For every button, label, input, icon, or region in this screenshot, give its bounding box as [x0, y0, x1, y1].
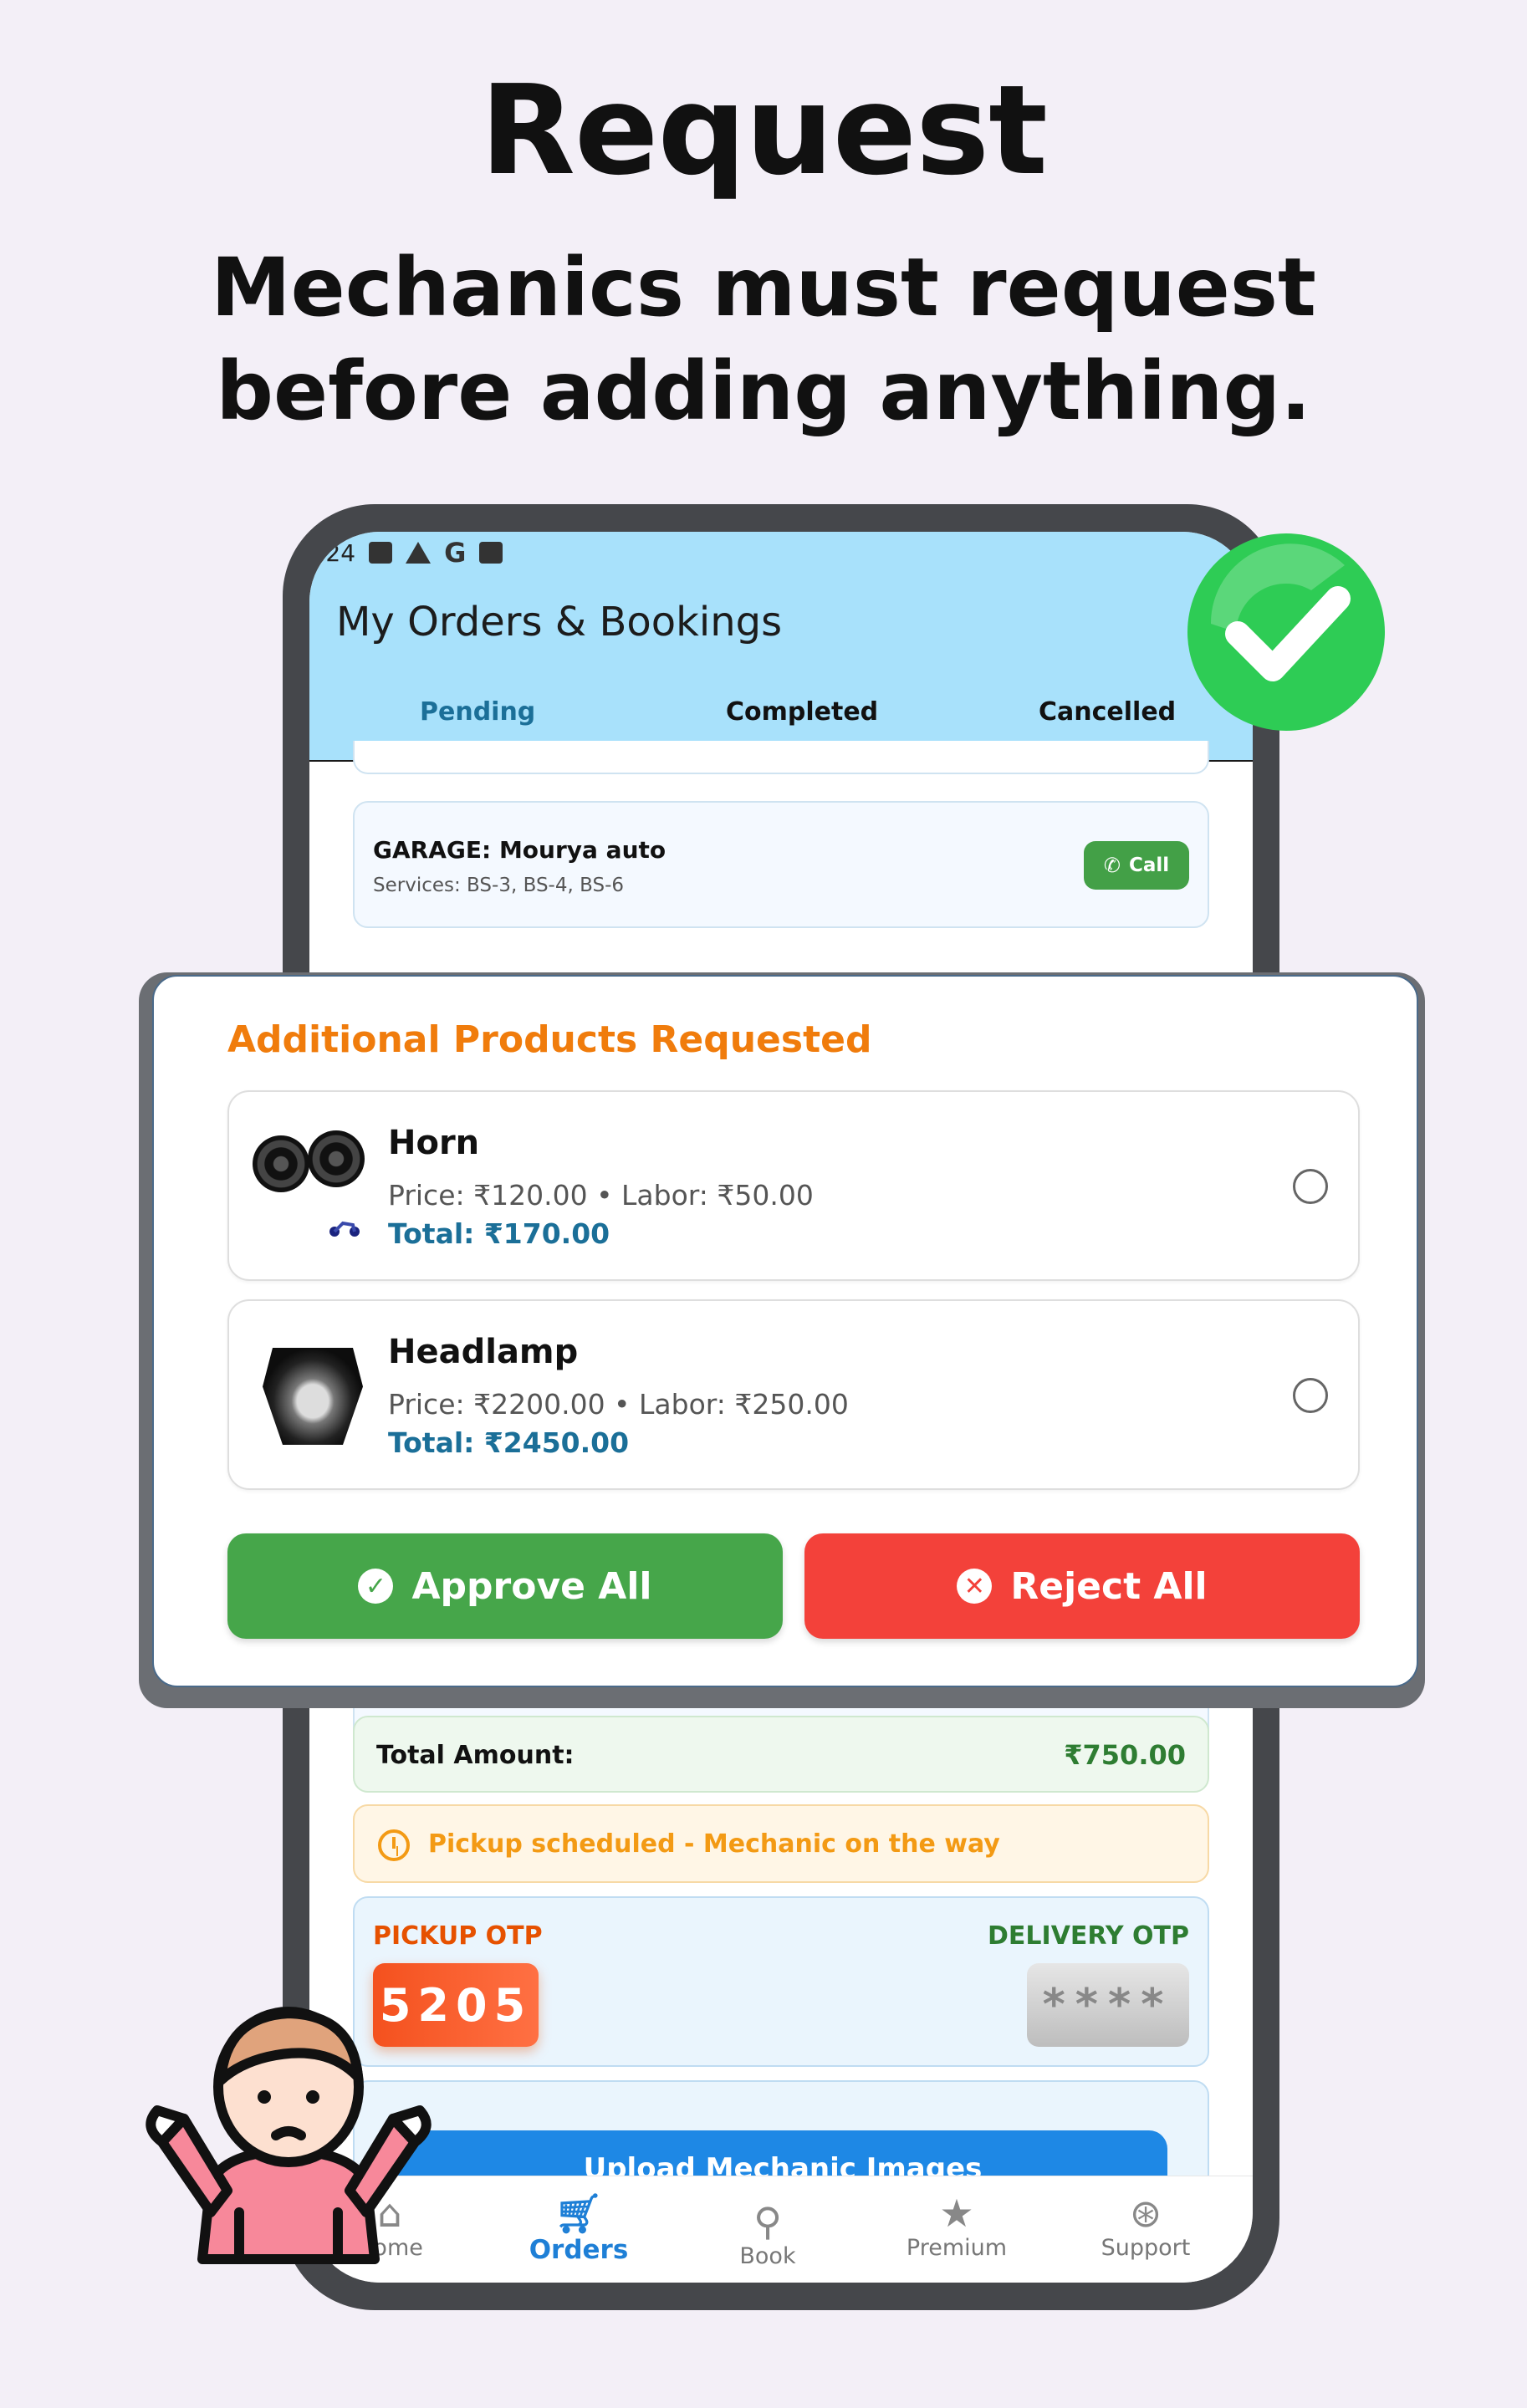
otp-card: PICKUP OTP DELIVERY OTP 5205 **** [353, 1896, 1209, 2067]
warning-icon [406, 542, 432, 564]
additional-products-dialog: Additional Products Requested Horn Price… [152, 975, 1418, 1687]
product-name: Headlamp [388, 1333, 579, 1371]
horn-right-part [308, 1130, 365, 1187]
subheadline: Mechanics must request before adding any… [0, 236, 1527, 443]
nav-book[interactable]: ⚲ Book [692, 2200, 843, 2269]
product-price: Price: ₹2200.00 • Labor: ₹250.00 [388, 1388, 849, 1421]
confused-person-illustration [146, 2007, 432, 2264]
select-radio-headlamp[interactable] [1293, 1378, 1328, 1413]
total-value: ₹750.00 [1064, 1739, 1186, 1771]
bike-icon: ⚲ [753, 2199, 782, 2244]
nav-support-label: Support [1101, 2235, 1191, 2261]
approve-all-button[interactable]: ✓ Approve All [227, 1533, 783, 1639]
total-label: Total Amount: [376, 1741, 575, 1770]
product-item-horn[interactable]: Horn Price: ₹120.00 • Labor: ₹50.00 Tota… [227, 1090, 1360, 1281]
delivery-otp-code: **** [1027, 1963, 1189, 2047]
nav-premium[interactable]: ★ Premium [881, 2191, 1032, 2261]
garage-title: GARAGE: Mourya auto [373, 836, 666, 864]
nav-support[interactable]: ⊛ Support [1070, 2191, 1221, 2261]
app-bar: :24 G My Orders & Bookings Pending Compl… [309, 532, 1253, 762]
image-icon [369, 542, 393, 564]
check-badge-icon [1187, 533, 1385, 731]
clock-icon [378, 1829, 410, 1861]
product-name: Horn [388, 1124, 480, 1162]
bottom-nav: ⌂ Home 🛒︎ Orders ⚲ Book ★ Premium ⊛ Supp… [309, 2176, 1253, 2283]
approve-all-label: Approve All [411, 1564, 652, 1608]
total-amount-card: Total Amount: ₹750.00 [353, 1716, 1209, 1793]
horn-left-part [253, 1135, 309, 1192]
dialog-title: Additional Products Requested [227, 1018, 872, 1061]
status-time: :24 [318, 538, 356, 567]
star-icon: ★ [939, 2191, 974, 2236]
tab-completed[interactable]: Completed [726, 697, 878, 727]
reject-all-button[interactable]: ✕ Reject All [804, 1533, 1360, 1639]
support-icon: ⊛ [1129, 2191, 1162, 2236]
page-title: My Orders & Bookings [336, 599, 783, 645]
call-button[interactable]: ✆ Call [1084, 841, 1189, 890]
garage-services: Services: BS-3, BS-4, BS-6 [373, 875, 625, 896]
bike-mini-icon [329, 1221, 360, 1237]
delivery-otp-label: DELIVERY OTP [988, 1921, 1189, 1951]
horn-image [253, 1130, 370, 1239]
google-icon: G [444, 537, 467, 569]
reject-all-label: Reject All [1010, 1564, 1208, 1608]
subheadline-line-1: Mechanics must request [211, 241, 1316, 334]
product-total: Total: ₹170.00 [388, 1217, 610, 1250]
tab-cancelled[interactable]: Cancelled [1039, 697, 1176, 727]
sd-card-icon [479, 542, 503, 564]
pickup-status-card: Pickup scheduled - Mechanic on the way [353, 1804, 1209, 1883]
cart-icon: 🛒︎ [554, 2191, 604, 2236]
garage-card: GARAGE: Mourya auto Services: BS-3, BS-4… [353, 801, 1209, 928]
phone-icon: ✆ [1103, 854, 1121, 877]
headlamp-image [263, 1348, 363, 1445]
previous-card [353, 741, 1209, 774]
nav-orders-label: Orders [529, 2235, 629, 2265]
product-total: Total: ₹2450.00 [388, 1426, 630, 1459]
pickup-otp-label: PICKUP OTP [373, 1921, 543, 1951]
headline: Request [480, 59, 1048, 202]
nav-premium-label: Premium [906, 2235, 1008, 2261]
tab-pending[interactable]: Pending [420, 697, 535, 727]
product-price: Price: ₹120.00 • Labor: ₹50.00 [388, 1179, 814, 1212]
pickup-status-text: Pickup scheduled - Mechanic on the way [428, 1829, 1000, 1859]
status-bar: :24 G [318, 537, 503, 569]
check-circle-icon: ✓ [358, 1569, 394, 1604]
product-item-headlamp[interactable]: Headlamp Price: ₹2200.00 • Labor: ₹250.0… [227, 1299, 1360, 1490]
call-label: Call [1128, 855, 1170, 876]
subheadline-line-2: before adding anything. [216, 344, 1311, 438]
nav-book-label: Book [739, 2243, 796, 2269]
select-radio-horn[interactable] [1293, 1169, 1328, 1204]
cancel-circle-icon: ✕ [957, 1569, 993, 1604]
nav-orders[interactable]: 🛒︎ Orders [503, 2191, 654, 2265]
